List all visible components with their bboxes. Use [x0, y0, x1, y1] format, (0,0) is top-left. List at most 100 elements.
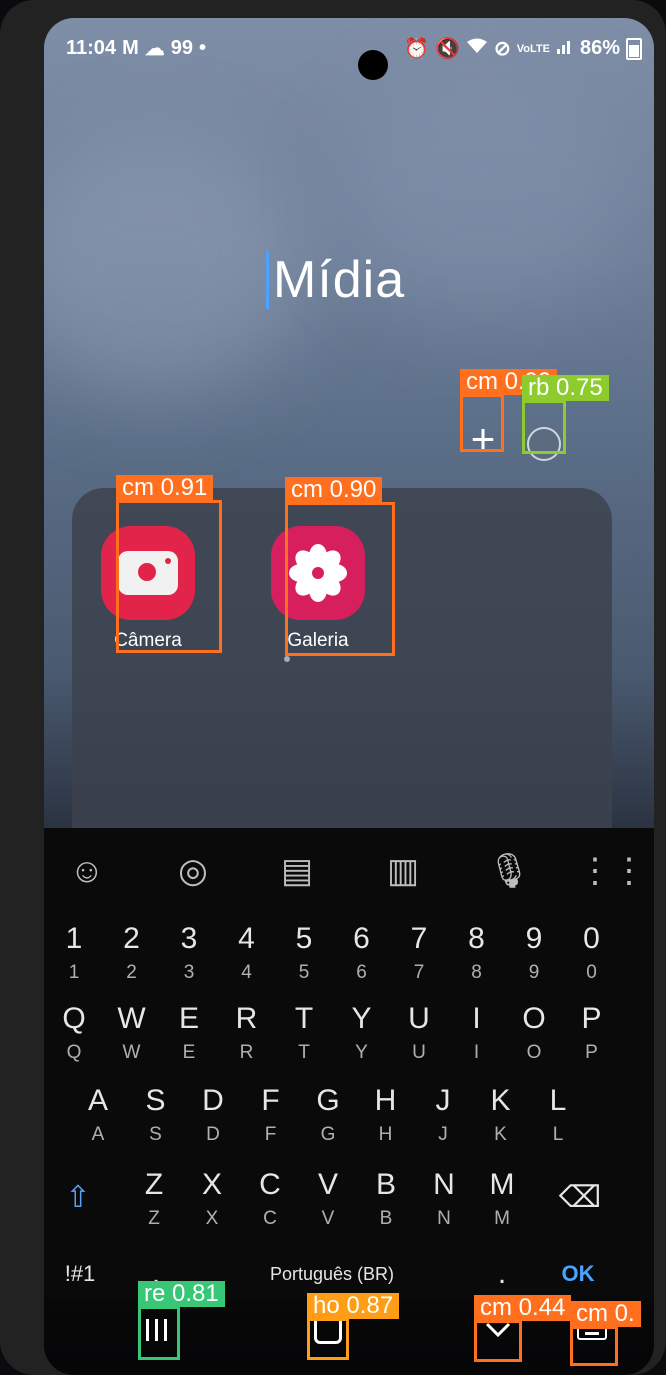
- status-bar: 11:04 M ☁ 99 • ⏰ 🔇 ⊘ VoLTE 86%: [66, 36, 642, 80]
- detection-box: cm 0.44: [474, 1295, 572, 1362]
- page-indicator: [284, 656, 290, 662]
- key-j[interactable]: JJ: [417, 1078, 469, 1150]
- key-sub-label: P: [585, 1042, 598, 1063]
- key-a[interactable]: AA: [72, 1078, 124, 1150]
- key-label: D: [202, 1084, 224, 1117]
- key-sub-label: Z: [148, 1208, 160, 1229]
- grid-icon[interactable]: ⋮⋮: [578, 846, 646, 896]
- key-sub-label: K: [494, 1124, 507, 1145]
- key-label: Z: [144, 1168, 164, 1201]
- alarm-icon: ⏰: [404, 38, 430, 60]
- key-label: T: [294, 1002, 314, 1035]
- key-g[interactable]: GG: [302, 1078, 354, 1150]
- key-3[interactable]: 33: [163, 916, 215, 988]
- one-hand-icon[interactable]: ▥: [378, 846, 428, 896]
- mic-icon[interactable]: 🎙: [484, 846, 534, 896]
- detection-box: cm 0.90: [285, 477, 395, 656]
- key-label: K: [490, 1084, 511, 1117]
- key-sub-label: S: [149, 1124, 162, 1145]
- key-r[interactable]: RR: [221, 996, 273, 1068]
- key-sub-label: A: [91, 1124, 105, 1145]
- key-sub-label: M: [494, 1208, 510, 1229]
- notification-count: 99: [170, 37, 193, 59]
- detection-box: cm 0.99: [460, 369, 558, 452]
- detection-box: cm 0.91: [116, 475, 222, 653]
- key-l[interactable]: LL: [532, 1078, 584, 1150]
- key-b[interactable]: BB: [360, 1162, 412, 1234]
- backspace-key[interactable]: ⌫: [554, 1162, 606, 1234]
- key-sub-label: J: [438, 1124, 448, 1145]
- key-7[interactable]: 77: [393, 916, 445, 988]
- key-o[interactable]: OO: [508, 996, 560, 1068]
- key-6[interactable]: 66: [336, 916, 388, 988]
- key-label: V: [317, 1168, 338, 1201]
- key-label: P: [581, 1002, 602, 1035]
- key-w[interactable]: WW: [106, 996, 158, 1068]
- key-sub-label: 5: [298, 962, 310, 983]
- key-z[interactable]: ZZ: [128, 1162, 180, 1234]
- key-sub-label: X: [205, 1208, 219, 1229]
- key-c[interactable]: CC: [244, 1162, 296, 1234]
- sticker-icon[interactable]: ◎: [168, 846, 218, 896]
- key-4[interactable]: 44: [221, 916, 273, 988]
- key-v[interactable]: VV: [302, 1162, 354, 1234]
- wifi-icon: [466, 37, 488, 61]
- key-label: N: [433, 1168, 455, 1201]
- key-sub-label: L: [552, 1124, 564, 1145]
- key-s[interactable]: SS: [130, 1078, 182, 1150]
- key-sub-label: O: [526, 1042, 542, 1063]
- key-u[interactable]: UU: [393, 996, 445, 1068]
- key-0[interactable]: 00: [566, 916, 618, 988]
- key-sub-label: 1: [68, 962, 80, 983]
- key-m[interactable]: MM: [476, 1162, 528, 1234]
- key-p[interactable]: PP: [566, 996, 618, 1068]
- number-row: 11223344556677889900: [44, 916, 654, 994]
- key-d[interactable]: DD: [187, 1078, 239, 1150]
- status-left: 11:04 M ☁ 99 •: [66, 36, 206, 61]
- key-sub-label: 2: [126, 962, 137, 983]
- key-label: Q: [62, 1002, 86, 1035]
- key-sub-label: N: [437, 1208, 451, 1229]
- key-1[interactable]: 11: [48, 916, 100, 988]
- letter-row-3: ⇧ ZZXXCCVVBBNNMM ⌫: [44, 1162, 654, 1240]
- keyboard-toolbar: ☺ ◎ ▤ ▥ 🎙 ⋮⋮: [44, 846, 654, 906]
- key-label: H: [374, 1084, 397, 1117]
- key-8[interactable]: 88: [451, 916, 503, 988]
- key-q[interactable]: QQ: [48, 996, 100, 1068]
- key-sub-label: 3: [183, 962, 195, 983]
- volte-icon: VoLTE: [516, 42, 550, 55]
- symbols-key[interactable]: !#1: [54, 1238, 106, 1310]
- folder-title[interactable]: Mídia: [273, 250, 405, 310]
- key-sub-label: H: [378, 1124, 393, 1145]
- key-sub-label: 9: [528, 962, 540, 983]
- key-9[interactable]: 99: [508, 916, 560, 988]
- key-e[interactable]: EE: [163, 996, 215, 1068]
- status-right: ⏰ 🔇 ⊘ VoLTE 86%: [404, 36, 642, 61]
- key-sub-label: C: [263, 1208, 277, 1229]
- key-label: E: [178, 1002, 199, 1035]
- key-label: Y: [351, 1002, 372, 1035]
- wallpaper-blur: [44, 138, 304, 398]
- key-i[interactable]: II: [451, 996, 503, 1068]
- detection-label: re 0.81: [138, 1281, 225, 1307]
- key-label: L: [549, 1084, 567, 1117]
- keyboard: ☺ ◎ ▤ ▥ 🎙 ⋮⋮ 11223344556677889900 QQWWEE…: [44, 828, 654, 1298]
- key-k[interactable]: KK: [475, 1078, 527, 1150]
- key-t[interactable]: TT: [278, 996, 330, 1068]
- key-h[interactable]: HH: [360, 1078, 412, 1150]
- shift-key[interactable]: ⇧: [52, 1162, 104, 1234]
- key-5[interactable]: 55: [278, 916, 330, 988]
- key-label: M: [489, 1168, 515, 1201]
- key-label: W: [117, 1002, 146, 1035]
- key-y[interactable]: YY: [336, 996, 388, 1068]
- emoji-icon[interactable]: ☺: [62, 846, 112, 896]
- clipboard-icon[interactable]: ▤: [272, 846, 322, 896]
- key-n[interactable]: NN: [418, 1162, 470, 1234]
- detection-box: ho 0.87: [307, 1293, 400, 1360]
- folder-title-field[interactable]: Mídia: [266, 240, 405, 320]
- key-label: J: [435, 1084, 451, 1117]
- key-x[interactable]: XX: [186, 1162, 238, 1234]
- key-f[interactable]: FF: [245, 1078, 297, 1150]
- key-2[interactable]: 22: [106, 916, 158, 988]
- letter-row-2: AASSDDFFGGHHJJKKLL: [44, 1078, 654, 1156]
